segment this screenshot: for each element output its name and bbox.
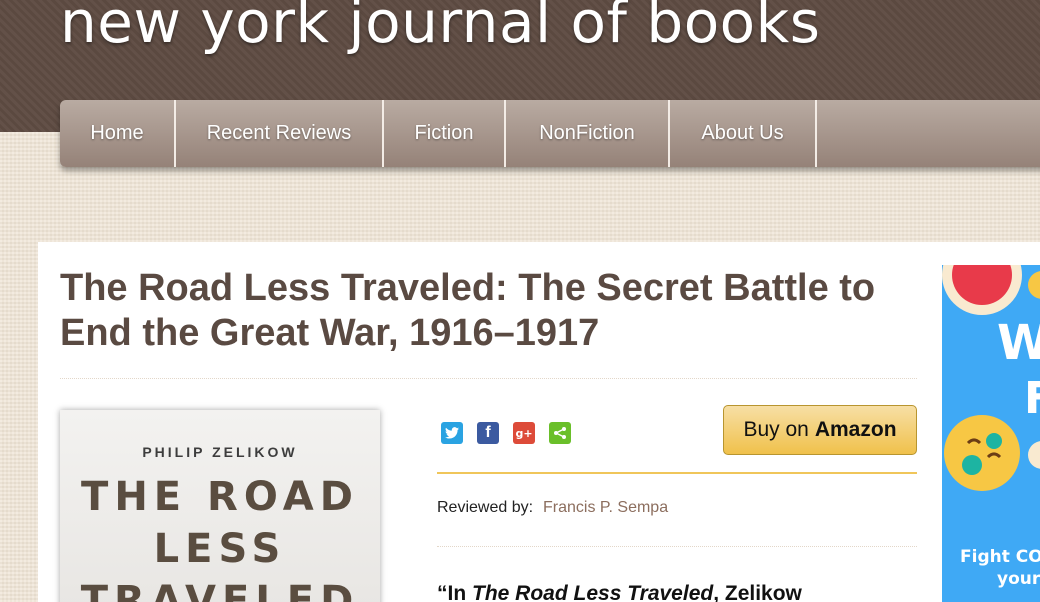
buy-on-amazon-button[interactable]: Buy on Amazon — [723, 405, 917, 455]
nav-nonfiction[interactable]: NonFiction — [506, 100, 670, 167]
facebook-icon[interactable]: f — [477, 422, 499, 444]
review-quote: “In The Road Less Traveled, Zelikow — [437, 582, 802, 602]
cover-author: PHILIP ZELIKOW — [142, 444, 298, 460]
book-cover[interactable]: PHILIP ZELIKOW THE ROAD LESS TRAVELED — [60, 410, 380, 602]
nav-about-us[interactable]: About Us — [670, 100, 817, 167]
reviewer-divider — [437, 546, 917, 547]
article-title: The Road Less Traveled: The Secret Battl… — [60, 267, 876, 354]
nav-fiction[interactable]: Fiction — [384, 100, 506, 167]
cover-title-line-2: LESS — [153, 526, 287, 572]
cover-title-line-1: THE ROAD — [81, 474, 359, 520]
cover-title-line-3: TRAVELED — [80, 578, 360, 602]
buy-prefix: Buy on — [743, 418, 809, 441]
share-icon[interactable] — [549, 422, 571, 444]
sidebar-ad[interactable]: W F Fight COV your — [942, 265, 1040, 602]
site-title[interactable]: new york journal of books — [60, 0, 820, 56]
buy-brand: Amazon — [814, 418, 897, 441]
twitter-icon[interactable] — [441, 422, 463, 444]
nav-recent-reviews[interactable]: Recent Reviews — [176, 100, 384, 167]
nav-home[interactable]: Home — [60, 100, 176, 167]
reviewer-link[interactable]: Francis P. Sempa — [543, 499, 668, 517]
ad-line-3: Fight COV — [960, 547, 1040, 567]
quote-rest: , Zelikow — [713, 582, 802, 602]
quote-open: “In — [437, 582, 472, 602]
reviewed-by-label: Reviewed by: — [437, 499, 534, 516]
google-plus-icon[interactable]: g+ — [513, 422, 535, 444]
ad-line-2: F — [1024, 373, 1040, 424]
quote-title: The Road Less Traveled — [472, 582, 714, 602]
main-nav: Home Recent Reviews Fiction NonFiction A… — [60, 100, 1040, 167]
ad-line-4: your — [997, 569, 1040, 589]
share-divider — [437, 472, 917, 474]
ad-line-1: W — [997, 315, 1040, 371]
title-divider — [60, 378, 917, 379]
